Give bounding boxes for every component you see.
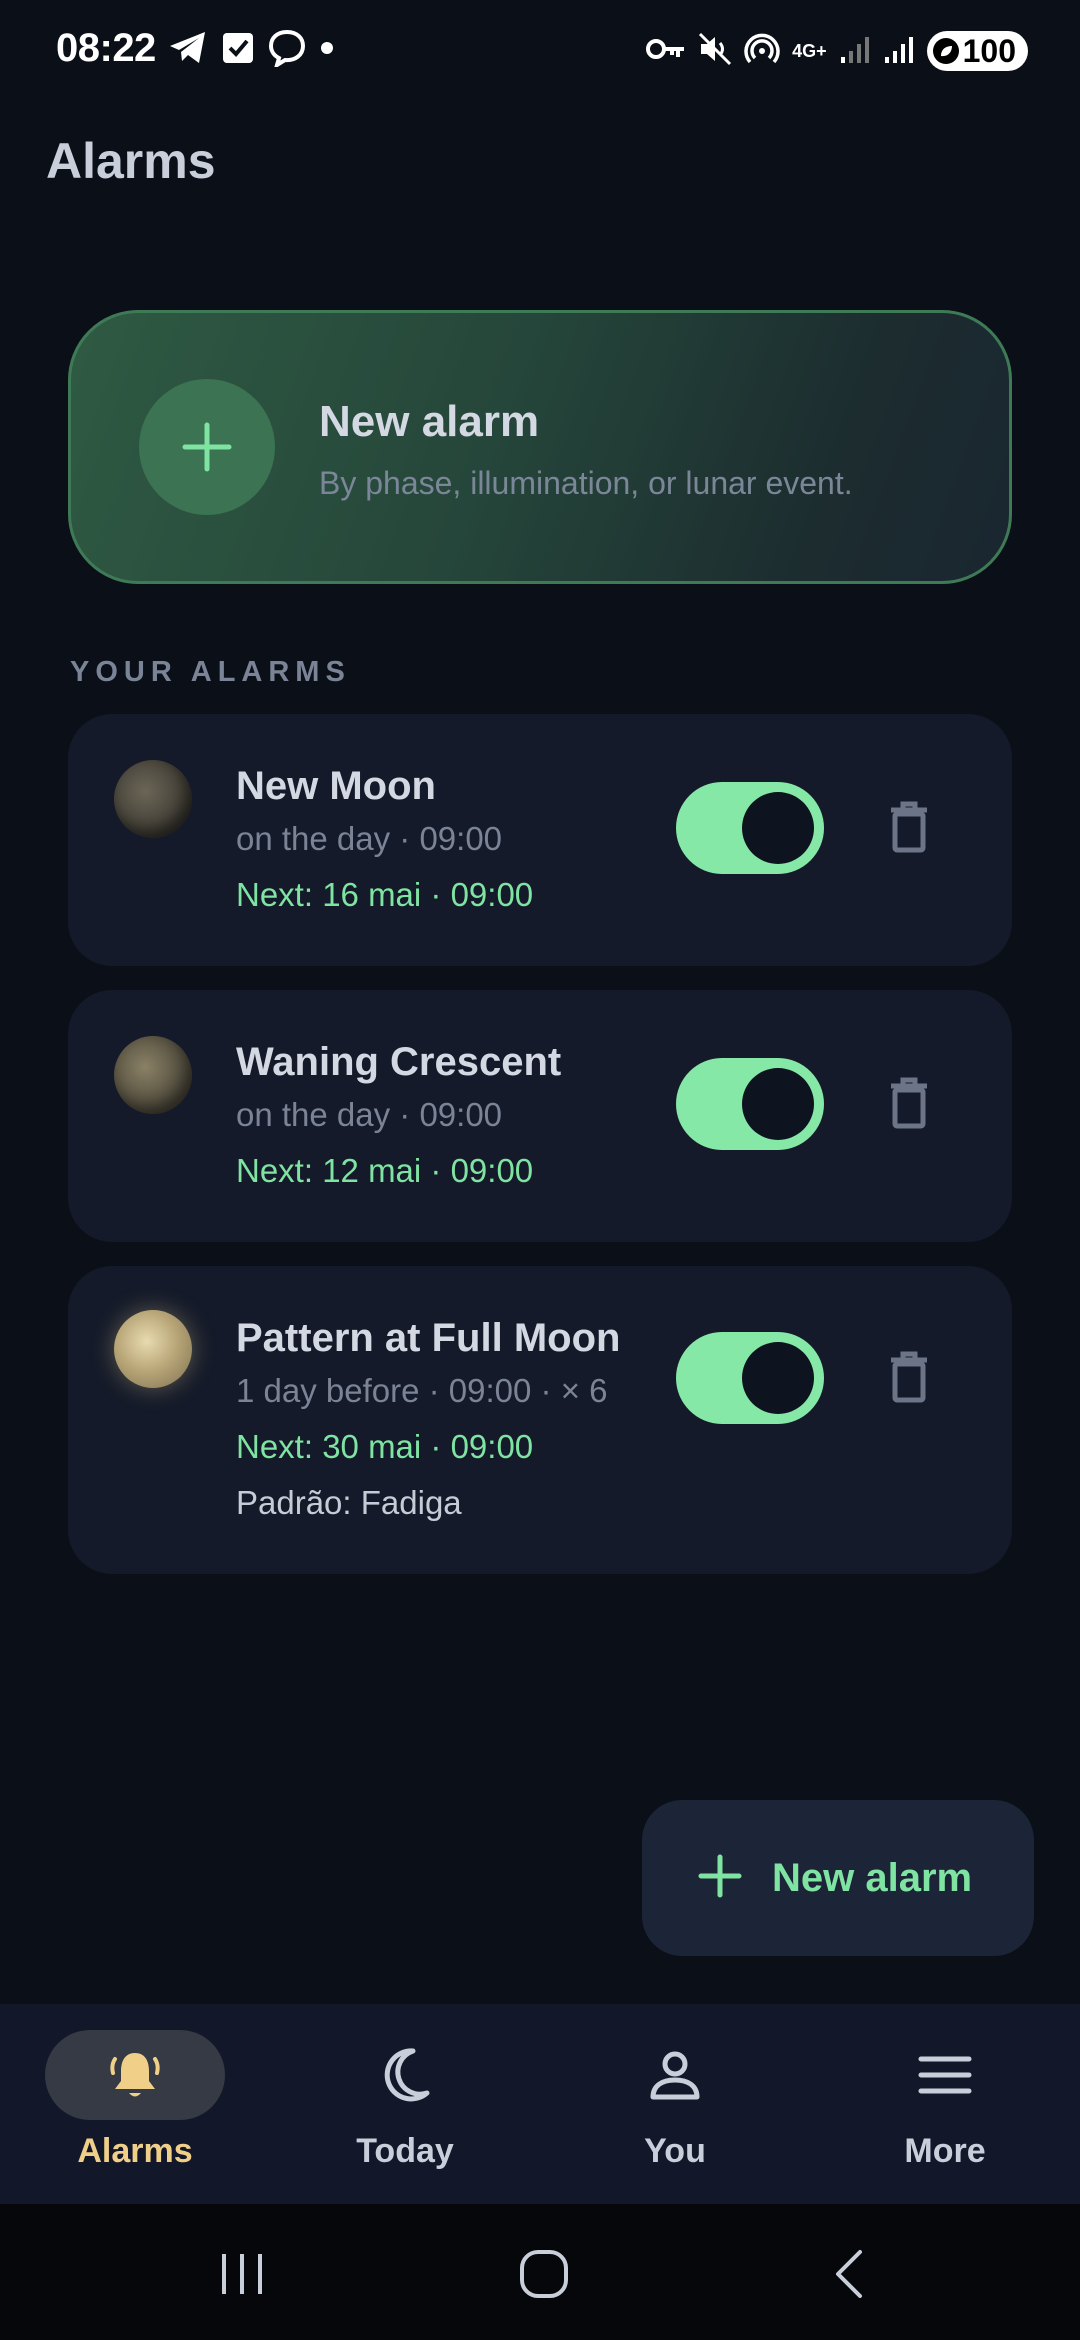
- new-moon-icon: [114, 760, 192, 838]
- new-alarm-card[interactable]: New alarm By phase, illumination, or lun…: [68, 310, 1012, 584]
- nav-item-alarms[interactable]: Alarms: [0, 2004, 270, 2204]
- person-icon: [585, 2030, 765, 2120]
- nav-item-today[interactable]: Today: [270, 2004, 540, 2204]
- dot-icon: [320, 41, 334, 60]
- alarm-card[interactable]: Waning Crescent on the day · 09:00 Next:…: [68, 990, 1012, 1242]
- toggle-knob: [742, 1068, 814, 1140]
- bottom-nav: Alarms Today You More: [0, 2004, 1080, 2204]
- home-icon[interactable]: [514, 2244, 574, 2304]
- nav-label: You: [644, 2132, 706, 2170]
- menu-icon: [855, 2030, 1035, 2120]
- nav-item-more[interactable]: More: [810, 2004, 1080, 2204]
- alarm-toggle[interactable]: [676, 1332, 824, 1424]
- alarm-toggle[interactable]: [676, 1058, 824, 1150]
- notification-icons: [168, 29, 334, 72]
- trash-icon[interactable]: [876, 794, 942, 860]
- battery-level: 100: [962, 32, 1016, 69]
- crescent-moon-icon: [315, 2030, 495, 2120]
- alarm-schedule: on the day · 09:00: [236, 820, 503, 857]
- nav-label: More: [904, 2132, 986, 2170]
- alarm-next: Next: 12 mai · 09:00: [236, 1152, 534, 1189]
- system-nav-bar: [0, 2204, 1080, 2340]
- alarm-next: Next: 30 mai · 09:00: [236, 1428, 534, 1465]
- new-alarm-card-title: New alarm: [319, 397, 540, 446]
- telegram-icon: [168, 30, 208, 71]
- status-time: 08:22: [56, 26, 156, 70]
- recent-apps-icon[interactable]: [212, 2244, 272, 2304]
- waning-crescent-moon-icon: [114, 1036, 192, 1114]
- back-icon[interactable]: [818, 2244, 878, 2304]
- status-bar: 08:22 4G+ 100: [0, 0, 1080, 100]
- bell-icon: [45, 2030, 225, 2120]
- alarm-schedule: 1 day before · 09:00 · × 6: [236, 1372, 608, 1409]
- trash-icon[interactable]: [876, 1344, 942, 1410]
- alarm-card[interactable]: Pattern at Full Moon 1 day before · 09:0…: [68, 1266, 1012, 1574]
- alarm-name: New Moon: [236, 764, 436, 808]
- section-label: YOUR ALARMS: [70, 656, 351, 688]
- new-alarm-fab[interactable]: New alarm: [642, 1800, 1034, 1956]
- alarm-pattern: Padrão: Fadiga: [236, 1484, 462, 1521]
- alarm-name: Waning Crescent: [236, 1040, 562, 1084]
- signal-icon: [883, 33, 915, 70]
- chat-bubble-icon: [268, 29, 306, 72]
- leaf-icon: [932, 38, 959, 64]
- plus-icon: [698, 1854, 742, 1903]
- hotspot-icon: [744, 31, 780, 72]
- new-alarm-card-subtitle: By phase, illumination, or lunar event.: [319, 465, 853, 501]
- mute-icon: [698, 32, 732, 71]
- fab-label: New alarm: [772, 1855, 973, 1900]
- trash-icon[interactable]: [876, 1070, 942, 1136]
- page-title: Alarms: [46, 133, 216, 189]
- full-moon-icon: [114, 1310, 192, 1388]
- alarm-next: Next: 16 mai · 09:00: [236, 876, 534, 913]
- signal-icon: [839, 33, 871, 70]
- nav-label: Today: [356, 2132, 454, 2170]
- system-status-icons: 4G+ 100: [646, 30, 1028, 72]
- vpn-key-icon: [646, 35, 686, 68]
- toggle-knob: [742, 1342, 814, 1414]
- plus-icon: [139, 379, 275, 515]
- alarms-screen: 08:22 4G+ 100 Alarms New alarm By phase,…: [0, 0, 1080, 2340]
- alarm-toggle[interactable]: [676, 782, 824, 874]
- network-type: 4G+: [792, 41, 827, 61]
- nav-label: Alarms: [77, 2132, 193, 2170]
- battery-icon: 100: [926, 31, 1028, 71]
- alarm-card[interactable]: New Moon on the day · 09:00 Next: 16 mai…: [68, 714, 1012, 966]
- checkbox-icon: [222, 31, 254, 70]
- nav-item-you[interactable]: You: [540, 2004, 810, 2204]
- alarm-schedule: on the day · 09:00: [236, 1096, 503, 1133]
- alarm-name: Pattern at Full Moon: [236, 1316, 621, 1360]
- toggle-knob: [742, 792, 814, 864]
